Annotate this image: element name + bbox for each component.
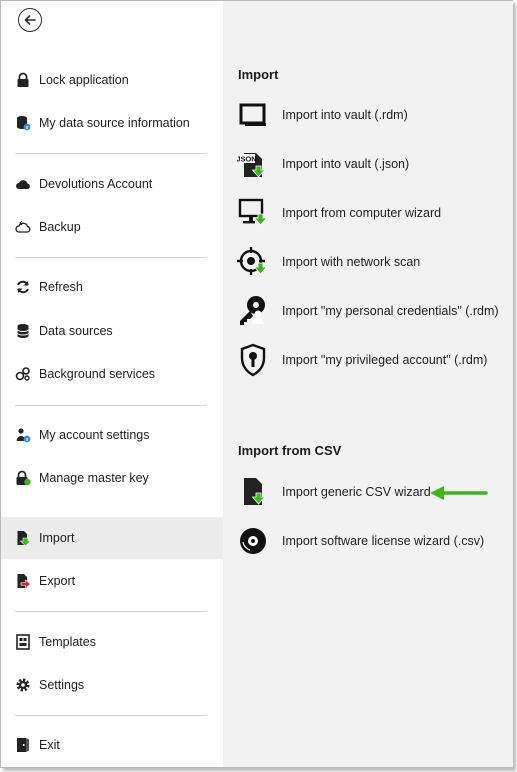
- personal-credentials-icon: [235, 293, 271, 329]
- export-icon: [14, 572, 32, 590]
- csv-import-icon: [235, 474, 271, 510]
- cloud-backup-icon: [14, 218, 32, 236]
- database-info-icon: [14, 114, 32, 132]
- sidebar-divider: [15, 405, 207, 406]
- green-arrow-icon: [430, 486, 488, 500]
- sidebar-item-label: Settings: [39, 678, 85, 692]
- sidebar-item-data-source-information[interactable]: My data source information: [1, 102, 223, 144]
- import-item-label: Import into vault (.rdm): [282, 108, 408, 122]
- import-my-personal-credentials[interactable]: Import "my personal credentials" (.rdm): [235, 291, 510, 331]
- sidebar-divider: [15, 153, 207, 154]
- sidebar-item-label: Background services: [39, 367, 156, 381]
- exit-icon: [14, 736, 32, 754]
- network-scan-icon: [235, 244, 271, 280]
- import-icon: [14, 529, 32, 547]
- software-license-disc-icon: [235, 523, 271, 559]
- sidebar-item-templates[interactable]: Templates: [1, 621, 223, 663]
- json-file-icon: JSON: [235, 146, 271, 182]
- sidebar-item-manage-master-key[interactable]: Manage master key: [1, 457, 223, 499]
- sidebar-item-label: Data sources: [39, 324, 113, 338]
- import-item-label: Import from computer wizard: [282, 206, 442, 220]
- section-title-import: Import: [238, 67, 279, 82]
- import-with-network-scan[interactable]: Import with network scan: [235, 242, 510, 282]
- sidebar-item-label: Templates: [39, 635, 96, 649]
- sidebar-item-lock-application[interactable]: Lock application: [1, 59, 223, 101]
- sidebar: Lock application My data source informat…: [1, 1, 223, 767]
- import-into-vault-rdm[interactable]: Import into vault (.rdm): [235, 95, 510, 135]
- sidebar-item-data-sources[interactable]: Data sources: [1, 310, 223, 352]
- import-item-label: Import software license wizard (.csv): [282, 534, 485, 548]
- cloud-icon: [14, 175, 32, 193]
- privileged-account-icon: [235, 342, 271, 378]
- import-item-label: Import "my personal credentials" (.rdm): [282, 304, 499, 318]
- sidebar-item-import[interactable]: Import: [1, 517, 223, 559]
- master-key-icon: [14, 469, 32, 487]
- sidebar-divider: [15, 257, 207, 258]
- arrow-left-circle-icon: [24, 15, 36, 25]
- sidebar-item-label: Exit: [39, 738, 60, 752]
- sidebar-item-my-account-settings[interactable]: My account settings: [1, 414, 223, 456]
- import-item-label: Import with network scan: [282, 255, 421, 269]
- back-button[interactable]: [18, 8, 42, 32]
- import-into-vault-json[interactable]: JSON Import into vault (.json): [235, 144, 510, 184]
- sidebar-item-background-services[interactable]: Background services: [1, 353, 223, 395]
- sidebar-item-label: Export: [39, 574, 76, 588]
- import-my-privileged-account[interactable]: Import "my privileged account" (.rdm): [235, 340, 510, 380]
- lock-icon: [14, 71, 32, 89]
- sidebar-item-label: My account settings: [39, 428, 150, 442]
- json-badge: JSON: [237, 155, 257, 164]
- sidebar-item-devolutions-account[interactable]: Devolutions Account: [1, 163, 223, 205]
- templates-icon: [14, 633, 32, 651]
- sidebar-item-exit[interactable]: Exit: [1, 724, 223, 766]
- computer-import-icon: [235, 195, 271, 231]
- sidebar-item-label: My data source information: [39, 116, 190, 130]
- sidebar-item-label: Refresh: [39, 280, 83, 294]
- sidebar-item-label: Import: [39, 531, 75, 545]
- sidebar-divider: [15, 611, 207, 612]
- import-from-computer-wizard[interactable]: Import from computer wizard: [235, 193, 510, 233]
- sidebar-item-label: Manage master key: [39, 471, 149, 485]
- vault-rdm-icon: [235, 97, 271, 133]
- section-title-import-from-csv: Import from CSV: [238, 443, 342, 458]
- sidebar-item-backup[interactable]: Backup: [1, 206, 223, 248]
- sidebar-item-settings[interactable]: Settings: [1, 664, 223, 706]
- sidebar-item-label: Devolutions Account: [39, 177, 153, 191]
- import-item-label: Import "my privileged account" (.rdm): [282, 353, 488, 367]
- import-item-label: Import into vault (.json): [282, 157, 410, 171]
- import-software-license-wizard[interactable]: Import software license wizard (.csv): [235, 521, 510, 561]
- gear-icon: [14, 676, 32, 694]
- services-icon: [14, 365, 32, 383]
- sidebar-item-export[interactable]: Export: [1, 560, 223, 602]
- user-settings-icon: [14, 426, 32, 444]
- window-frame: Lock application My data source informat…: [0, 0, 513, 768]
- sidebar-item-label: Lock application: [39, 73, 129, 87]
- import-panel: Import Import into vault (.rdm) JSON Imp…: [223, 1, 513, 767]
- sidebar-item-refresh[interactable]: Refresh: [1, 266, 223, 308]
- import-item-label: Import generic CSV wizard: [282, 485, 431, 499]
- database-icon: [14, 322, 32, 340]
- refresh-icon: [14, 278, 32, 296]
- sidebar-item-label: Backup: [39, 220, 81, 234]
- sidebar-divider: [15, 715, 207, 716]
